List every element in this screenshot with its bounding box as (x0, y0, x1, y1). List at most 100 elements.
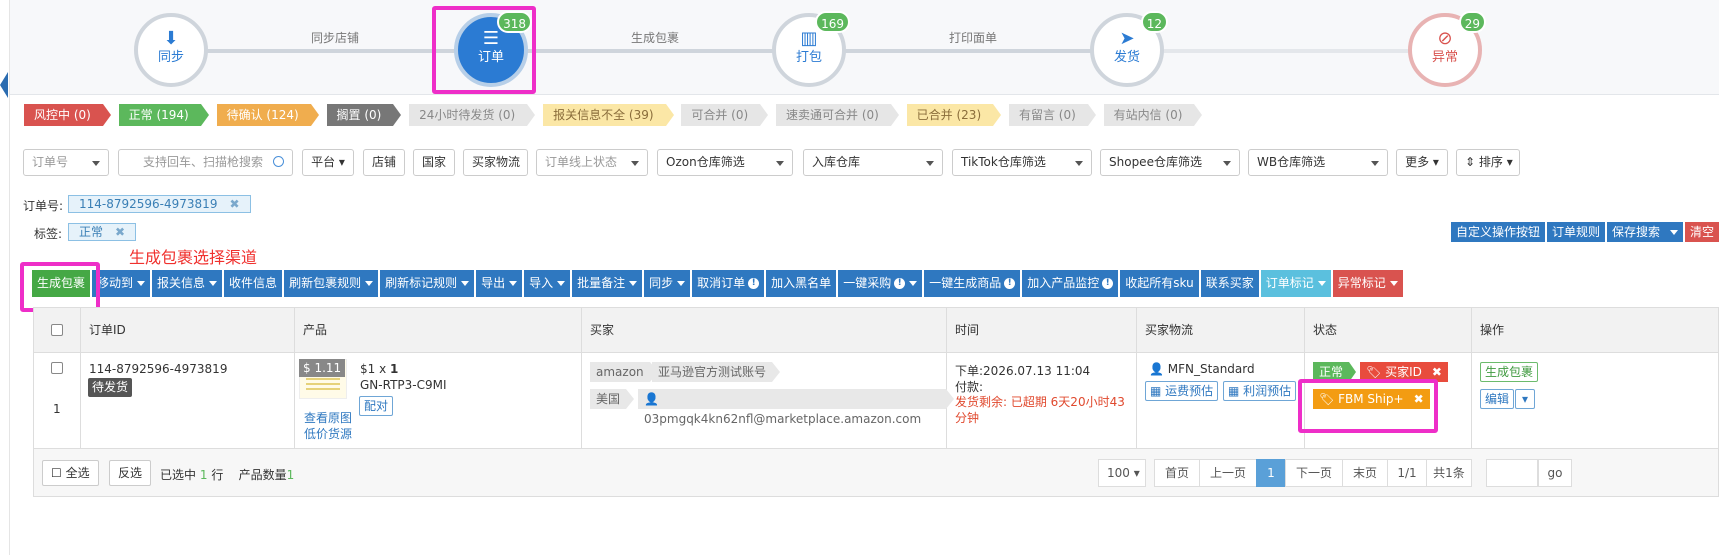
toolbar-button-3[interactable]: 收件信息 (224, 270, 283, 297)
toolbar-button-15[interactable]: 收起所有sku (1120, 270, 1199, 297)
toolbar-button-13[interactable]: 一键生成商品! (924, 270, 1021, 297)
search-input[interactable]: 支持回车、扫描枪搜索 (118, 149, 293, 176)
toolbar-button-9[interactable]: 同步 (644, 270, 691, 297)
product-cell: $ 1.11 $1 x 1 GN-RTP3-C9MI 查看原图 低价货源 配对 (295, 353, 582, 448)
toolbar-button-4[interactable]: 刷新包裹规则 (284, 270, 379, 297)
workflow-stepper: 同步店铺 生成包裹 打印面单 ⬇ 同步 ☰ 订单 318 ▥ 打包 169 ➤ … (10, 0, 1719, 95)
wb-warehouse-select[interactable]: WB仓库筛选 (1248, 149, 1388, 176)
tag-merged[interactable]: 已合并 (23) (906, 104, 1002, 126)
logistics-cell: 👤 MFN_Standard ▦ 运费预估 ▦ 利润预估 (1137, 353, 1305, 448)
tag-has-inbox[interactable]: 有站内信 (0) (1103, 104, 1203, 126)
prev-page-button[interactable]: 上一页 (1199, 459, 1257, 487)
header-buyer-logistics: 买家物流 (1137, 308, 1305, 353)
page-ratio: 1/1 (1387, 459, 1427, 487)
view-image-link[interactable]: 查看原图 (304, 409, 352, 426)
close-icon[interactable]: ✖ (1432, 365, 1442, 379)
platform-dropdown[interactable]: 平台 ▾ (302, 149, 354, 176)
search-icon[interactable] (273, 156, 284, 167)
caret-down-icon (1389, 281, 1398, 286)
tag-on-hold[interactable]: 搁置 (0) (326, 104, 402, 126)
shopee-warehouse-select[interactable]: Shopee仓库筛选 (1100, 149, 1240, 176)
paid-time: 付款: (955, 380, 984, 394)
info-icon: ! (894, 278, 906, 289)
shop-button[interactable]: 店铺 (363, 149, 405, 176)
order-time: 下单:2026.07.13 11:04 (955, 364, 1091, 378)
toolbar-button-18[interactable]: 异常标记 (1332, 270, 1403, 297)
first-page-button[interactable]: 首页 (1154, 459, 1200, 487)
toolbar-button-10[interactable]: 取消订单! (692, 270, 765, 297)
order-rules-button[interactable]: 订单规则 (1546, 222, 1605, 242)
selection-summary: 已选中 1 行 产品数量1 (160, 468, 295, 482)
tag-24h[interactable]: 24小时待发货 (0) (409, 104, 536, 126)
toolbar-button-5[interactable]: 刷新标记规则 (380, 270, 475, 297)
toolbar-button-17[interactable]: 订单标记 (1260, 270, 1331, 297)
step-ship[interactable]: ➤ 发货 12 (1090, 11, 1168, 87)
next-page-button[interactable]: 下一页 (1285, 459, 1343, 487)
more-dropdown[interactable]: 更多 ▾ (1396, 149, 1448, 176)
connector-sync-shop: 同步店铺 (200, 31, 472, 58)
row-checkbox[interactable] (51, 362, 63, 374)
user-icon: 👤 (1149, 362, 1164, 376)
status-tag-bar: 风控中 (0) 正常 (194) 待确认 (124) 搁置 (0) 24小时待发… (24, 104, 1206, 126)
tag-customs-incomplete[interactable]: 报关信息不全 (39) (543, 104, 675, 126)
download-icon: ⬇ (163, 28, 179, 49)
row-generate-package-button[interactable]: 生成包裹 (1480, 362, 1539, 382)
current-page[interactable]: 1 (1256, 459, 1286, 487)
custom-actions-button[interactable]: 自定义操作按钮 (1450, 222, 1545, 242)
calculator-icon: ▦ (1228, 384, 1240, 398)
toolbar-button-7[interactable]: 导入 (524, 270, 571, 297)
tiktok-warehouse-select[interactable]: TikTok仓库筛选 (952, 149, 1092, 176)
tag-risk[interactable]: 风控中 (0) (24, 104, 111, 126)
close-icon[interactable]: ✖ (115, 225, 125, 239)
toolbar-button-2[interactable]: 报关信息 (152, 270, 223, 297)
toolbar-button-14[interactable]: 加入产品监控! (1022, 270, 1119, 297)
order-no-select[interactable]: 订单号 (23, 149, 109, 176)
row-edit-button[interactable]: 编辑 (1480, 389, 1515, 409)
toolbar-button-16[interactable]: 联系买家 (1200, 270, 1259, 297)
step-exception[interactable]: ⊘ 异常 29 (1408, 11, 1486, 87)
tag-aliexpress-mergeable[interactable]: 速卖通可合并 (0) (776, 104, 899, 126)
tag-label: 标签: (34, 227, 63, 241)
toolbar-button-8[interactable]: 批量备注 (572, 270, 643, 297)
invert-selection-button[interactable]: 反选 (109, 460, 152, 486)
toolbar-button-12[interactable]: 一键采购! (838, 270, 923, 297)
last-page-button[interactable]: 末页 (1342, 459, 1388, 487)
order-id[interactable]: 114-8792596-4973819 (89, 362, 227, 376)
buyer-logistics-button[interactable]: 买家物流 (463, 149, 528, 176)
step-pack[interactable]: ▥ 打包 169 (772, 11, 850, 87)
online-status-select[interactable]: 订单线上状态 (536, 149, 648, 176)
close-icon[interactable]: ✖ (229, 197, 239, 211)
toolbar-button-6[interactable]: 导出 (476, 270, 523, 297)
low-price-source-link[interactable]: 低价货源 (304, 425, 352, 442)
tag-mergeable[interactable]: 可合并 (0) (681, 104, 768, 126)
caret-down-icon (557, 281, 566, 286)
save-search-button[interactable]: 保存搜索 (1606, 222, 1683, 242)
step-sync[interactable]: ⬇ 同步 (134, 13, 208, 87)
step-orders[interactable]: ☰ 订单 318 (454, 11, 532, 87)
tag-normal[interactable]: 正常 (194) (118, 104, 209, 126)
toolbar-button-1[interactable]: 移动到 (92, 270, 151, 297)
select-all-button[interactable]: ☐ 全选 (42, 460, 99, 486)
inbound-warehouse-select[interactable]: 入库仓库 (803, 149, 943, 176)
country-button[interactable]: 国家 (413, 149, 455, 176)
page-size-select[interactable]: 100 ▾ (1098, 459, 1146, 487)
select-all-checkbox[interactable] (51, 324, 63, 336)
tag-has-message[interactable]: 有留言 (0) (1008, 104, 1096, 126)
go-button[interactable]: go (1538, 459, 1572, 487)
profit-estimate-button[interactable]: ▦ 利润预估 (1223, 381, 1297, 401)
goto-page-input[interactable] (1486, 459, 1538, 487)
match-button[interactable]: 配对 (359, 396, 394, 416)
info-icon: ! (1004, 278, 1016, 289)
sort-dropdown[interactable]: ⇕ 排序 ▾ (1456, 149, 1520, 176)
freight-estimate-button[interactable]: ▦ 运费预估 (1145, 381, 1219, 401)
caret-down-icon[interactable] (1669, 230, 1678, 235)
close-icon[interactable]: ✖ (1414, 392, 1424, 406)
toolbar-button-11[interactable]: 加入黑名单 (766, 270, 837, 297)
row-edit-dropdown[interactable]: ▾ (1515, 389, 1535, 409)
toolbar-button-0[interactable]: 生成包裹 (32, 270, 91, 297)
tag-pending-confirm[interactable]: 待确认 (124) (216, 104, 319, 126)
order-no-label: 订单号: (23, 199, 64, 213)
clear-button[interactable]: 清空 (1684, 222, 1719, 242)
caret-down-icon (209, 281, 218, 286)
ozon-warehouse-select[interactable]: Ozon仓库筛选 (657, 149, 793, 176)
